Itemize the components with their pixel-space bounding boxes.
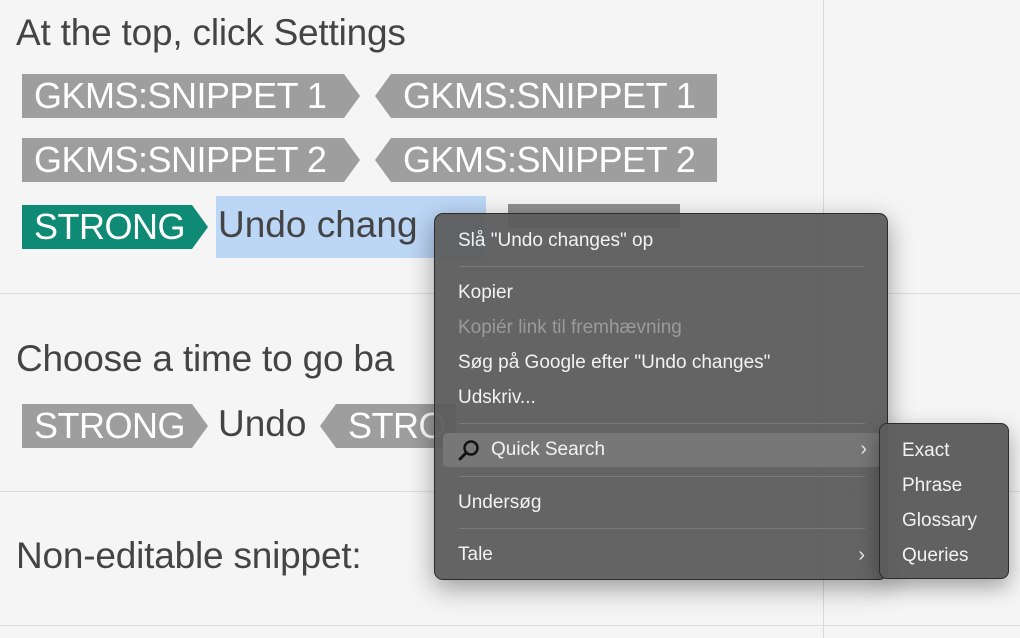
strong-open-tag[interactable]: STRONG bbox=[22, 205, 208, 249]
snippet-text[interactable]: Undo bbox=[218, 403, 306, 445]
chevron-right-icon: › bbox=[860, 438, 867, 460]
menu-item-label: Quick Search bbox=[491, 439, 606, 460]
snippet-open-tag[interactable]: GKMS:SNIPPET 2 bbox=[22, 138, 360, 182]
step-heading: Choose a time to go ba bbox=[16, 338, 395, 379]
context-menu: Slå "Undo changes" op Kopier Kopiér link… bbox=[434, 213, 888, 580]
chevron-right-icon: › bbox=[858, 544, 865, 566]
submenu-item-exact[interactable]: Exact bbox=[902, 436, 950, 466]
snippet-close-tag[interactable]: GKMS:SNIPPET 1 bbox=[375, 74, 717, 118]
menu-item-speech[interactable]: Tale bbox=[458, 540, 493, 570]
menu-item-search-google[interactable]: Søg på Google efter "Undo changes" bbox=[458, 348, 770, 378]
menu-item-print[interactable]: Udskriv... bbox=[458, 383, 536, 413]
menu-item-quick-search[interactable]: Quick Search › bbox=[443, 433, 881, 467]
section-divider bbox=[0, 625, 1020, 626]
menu-separator bbox=[459, 423, 865, 424]
strong-open-tag[interactable]: STRONG bbox=[22, 404, 208, 448]
menu-separator bbox=[459, 528, 865, 529]
quick-search-submenu: Exact Phrase Glossary Queries bbox=[879, 423, 1009, 579]
submenu-item-queries[interactable]: Queries bbox=[902, 541, 969, 571]
menu-item-inspect[interactable]: Undersøg bbox=[458, 488, 541, 518]
snippet-close-tag[interactable]: GKMS:SNIPPET 2 bbox=[375, 138, 717, 182]
step-heading: Non-editable snippet: bbox=[16, 535, 362, 576]
menu-item-copy[interactable]: Kopier bbox=[458, 278, 513, 308]
snippet-open-tag[interactable]: GKMS:SNIPPET 1 bbox=[22, 74, 360, 118]
submenu-item-phrase[interactable]: Phrase bbox=[902, 471, 962, 501]
magnifier-icon bbox=[457, 438, 481, 462]
menu-separator bbox=[459, 266, 865, 267]
menu-separator bbox=[459, 476, 865, 477]
selected-text[interactable]: Undo chang bbox=[218, 204, 418, 246]
submenu-item-glossary[interactable]: Glossary bbox=[902, 506, 977, 536]
menu-item-copy-highlight-link: Kopiér link til fremhævning bbox=[458, 317, 682, 338]
menu-item-look-up[interactable]: Slå "Undo changes" op bbox=[458, 226, 653, 256]
step-heading: At the top, click Settings bbox=[16, 12, 406, 53]
